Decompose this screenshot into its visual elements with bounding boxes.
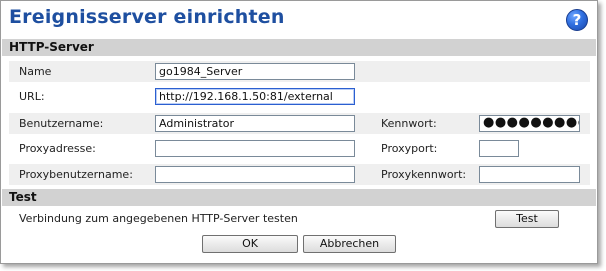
url-field[interactable]: http://192.168.1.50:81/external bbox=[155, 88, 355, 105]
row-proxy-credentials: Proxybenutzername: Proxykennwort: bbox=[9, 164, 590, 185]
proxy-port-field[interactable] bbox=[479, 140, 519, 157]
test-button[interactable]: Test bbox=[495, 210, 559, 228]
row-test: Verbindung zum angegebenen HTTP-Server t… bbox=[9, 208, 590, 229]
row-url: URL: http://192.168.1.50:81/external bbox=[9, 86, 590, 107]
proxy-username-label: Proxybenutzername: bbox=[19, 168, 133, 181]
password-label: Kennwort: bbox=[381, 117, 437, 130]
ok-button[interactable]: OK bbox=[202, 235, 298, 253]
proxy-password-field[interactable] bbox=[479, 166, 580, 183]
password-field[interactable]: ●●●●●●●●● bbox=[479, 115, 580, 132]
username-label: Benutzername: bbox=[19, 117, 104, 130]
url-label: URL: bbox=[19, 90, 45, 103]
proxy-port-label: Proxyport: bbox=[381, 142, 438, 155]
username-field[interactable]: Administrator bbox=[155, 115, 355, 132]
proxy-password-label: Proxykennwort: bbox=[381, 168, 467, 181]
event-server-dialog: Ereignisserver einrichten ? HTTP-Server … bbox=[0, 0, 598, 264]
proxy-username-field[interactable] bbox=[155, 166, 355, 183]
proxy-address-field[interactable] bbox=[155, 140, 355, 157]
name-field[interactable]: go1984_Server bbox=[155, 63, 355, 80]
section-test: Test bbox=[2, 189, 596, 206]
section-http-server: HTTP-Server bbox=[2, 39, 596, 56]
row-credentials: Benutzername: Administrator Kennwort: ●●… bbox=[9, 113, 590, 134]
proxy-address-label: Proxyadresse: bbox=[19, 142, 96, 155]
dialog-title: Ereignisserver einrichten bbox=[9, 6, 285, 28]
cancel-button[interactable]: Abbrechen bbox=[303, 235, 396, 253]
row-name: Name go1984_Server bbox=[9, 61, 590, 82]
question-mark-help-icon[interactable]: ? bbox=[566, 9, 588, 31]
row-proxy: Proxyadresse: Proxyport: bbox=[9, 138, 590, 159]
test-description: Verbindung zum angegebenen HTTP-Server t… bbox=[19, 212, 298, 225]
name-label: Name bbox=[19, 65, 52, 78]
